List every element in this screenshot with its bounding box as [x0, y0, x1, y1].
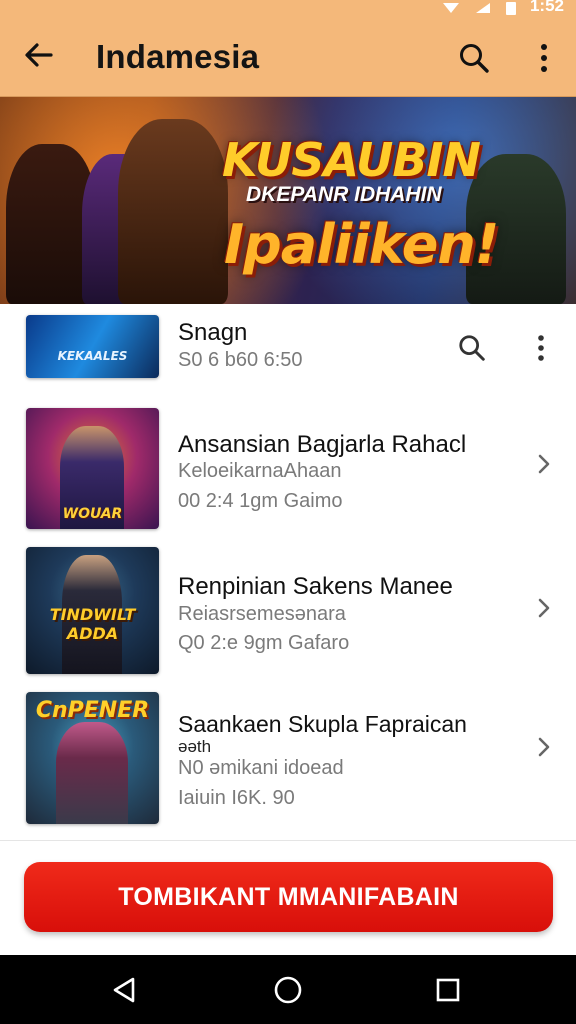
more-vert-icon	[541, 44, 547, 72]
item-meta: S0 6 b60 6:50	[178, 349, 303, 371]
hero-figure	[118, 119, 228, 304]
thumbnail-label: TINDWILT ADDA	[49, 605, 136, 643]
thumbnail-label: WOUAR	[62, 506, 123, 522]
item-meta: 00 2:4 1gm Gaimo	[178, 490, 343, 512]
back-arrow-icon	[25, 43, 53, 67]
wifi-icon	[442, 3, 459, 13]
chevron-right-icon	[538, 598, 550, 618]
home-circle-icon	[274, 976, 302, 1004]
game-list: KEKAALES Snagn S0 6 b60 6:50 WOUAR Ansan…	[0, 304, 576, 840]
more-options-button[interactable]	[532, 40, 556, 76]
search-button[interactable]	[456, 40, 492, 76]
item-open-button[interactable]	[530, 450, 558, 478]
item-title: Saankaen Skupla Fapraican	[178, 711, 467, 737]
item-open-button[interactable]	[530, 594, 558, 622]
item-title: Renpinian Sakens Manee	[178, 573, 453, 600]
thumbnail-label: CnPENER	[35, 698, 150, 723]
thumbnail-label: KEKAALES	[57, 349, 128, 363]
list-item[interactable]: TINDWILT ADDA Renpinian Sakens Manee Rei…	[0, 536, 576, 679]
nav-home-button[interactable]	[270, 972, 306, 1008]
item-title: Snagn	[178, 319, 248, 346]
list-item[interactable]: WOUAR Ansansian Bagjarla Rahacl Keloeika…	[0, 394, 576, 536]
search-icon	[460, 44, 489, 73]
item-open-button[interactable]	[530, 733, 558, 761]
banner-title: KUSAUBIN	[222, 133, 481, 187]
action-bar: TOMBIKANT MMANIFABAIN	[0, 840, 576, 955]
game-thumbnail: TINDWILT ADDA	[26, 547, 159, 674]
game-thumbnail: KEKAALES	[26, 315, 159, 378]
battery-icon	[505, 1, 516, 15]
item-subtitle: KeloeikarnаAhaan	[178, 460, 342, 482]
item-title: Ansansian Bagjarla Rahacl	[178, 431, 467, 458]
item-detail: Iaiuin I6K. 90	[178, 787, 295, 809]
app-bar: 1:52 Indamesia	[0, 0, 576, 97]
chevron-right-icon	[538, 454, 550, 474]
item-more-button[interactable]	[529, 330, 553, 366]
item-subtitle: Reiasrsemesənara	[178, 603, 346, 625]
more-vert-icon	[538, 335, 544, 361]
item-meta: Q0 2:е 9gm Gafaro	[178, 632, 350, 654]
list-item[interactable]: CnPENER Saankaen Skupla Fapraican əəth N…	[0, 679, 576, 829]
banner-tagline: Ipaliiken!	[224, 213, 499, 276]
primary-action-button[interactable]: TOMBIKANT MMANIFABAIN	[24, 862, 553, 932]
nav-back-button[interactable]	[106, 972, 142, 1008]
status-time: 1:52	[529, 0, 564, 15]
game-thumbnail: WOUAR	[26, 408, 159, 529]
nav-recents-button[interactable]	[430, 972, 466, 1008]
status-bar: 1:52	[442, 0, 564, 16]
back-button[interactable]	[22, 38, 56, 72]
chevron-right-icon	[538, 737, 550, 757]
hero-banner[interactable]: KUSAUBIN DKEPANR IDHAHIN Ipaliiken!	[0, 97, 576, 304]
list-item[interactable]: KEKAALES Snagn S0 6 b60 6:50	[0, 304, 576, 394]
banner-subtitle: DKEPANR IDHAHIN	[246, 183, 442, 206]
back-triangle-icon	[113, 977, 135, 1003]
item-meta: N0 əmikani idoead	[178, 757, 344, 779]
system-nav-bar	[0, 955, 576, 1024]
search-icon	[459, 335, 485, 361]
item-search-button[interactable]	[454, 330, 490, 366]
item-subtitle: əəth	[178, 737, 212, 756]
game-thumbnail: CnPENER	[26, 692, 159, 824]
page-title: Indamesia	[96, 38, 260, 75]
thumbnail-figure	[56, 722, 128, 824]
recents-square-icon	[436, 978, 460, 1002]
signal-icon	[475, 3, 490, 13]
